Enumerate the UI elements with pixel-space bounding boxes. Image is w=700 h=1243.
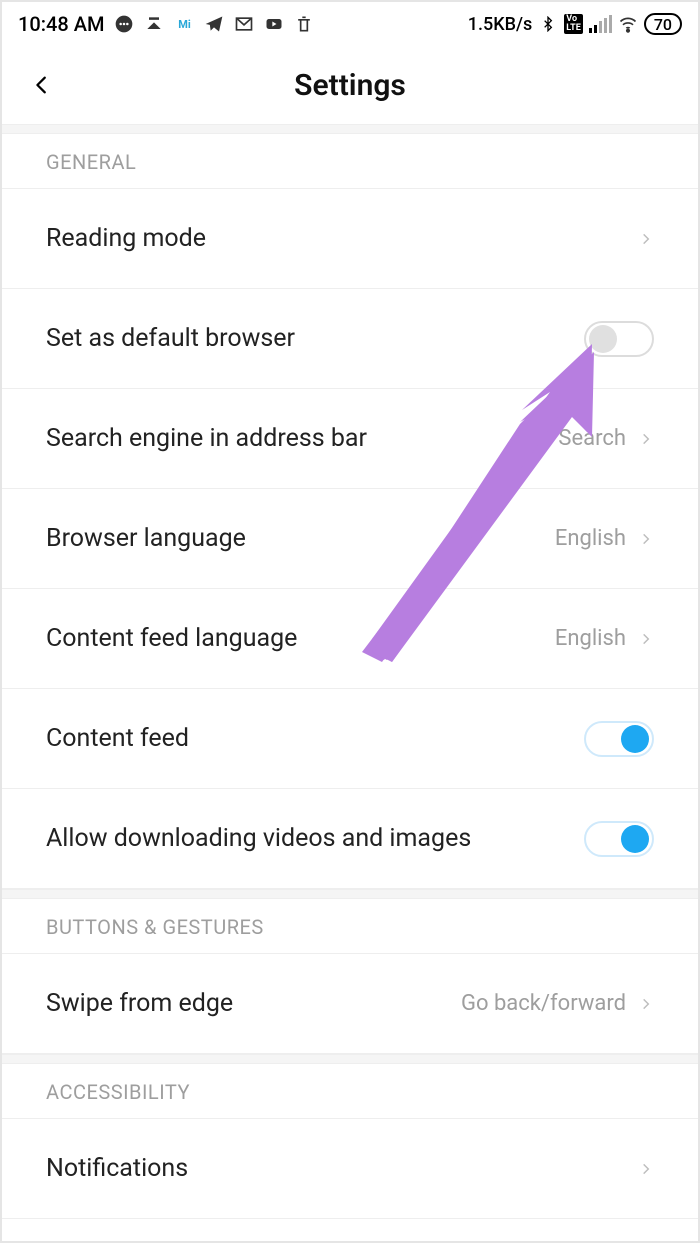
row-label: Notifications (46, 1154, 188, 1183)
status-bar: 10:48 AM Mi 1.5KB/s VoLTE 70 (2, 2, 698, 46)
row-label: Content feed (46, 724, 189, 753)
wifi-icon (618, 14, 638, 34)
trash-icon (294, 14, 314, 34)
cast-icon (144, 14, 164, 34)
chat-icon (114, 14, 134, 34)
gmail-icon (234, 14, 254, 34)
row-default-browser[interactable]: Set as default browser (2, 289, 698, 389)
row-label: Browser language (46, 524, 246, 553)
chevron-right-icon (638, 990, 654, 1018)
mi-credit-icon: Mi (174, 14, 194, 34)
data-rate: 1.5KB/s (468, 14, 533, 35)
row-label: Content feed language (46, 624, 297, 653)
youtube-icon (264, 14, 284, 34)
row-reading-mode[interactable]: Reading mode (2, 189, 698, 289)
row-value: Go back/forward (461, 991, 626, 1016)
row-label: Set as default browser (46, 324, 295, 353)
bluetooth-icon (538, 14, 558, 34)
volte-icon: VoLTE (564, 14, 583, 34)
row-content-feed-language[interactable]: Content feed language English (2, 589, 698, 689)
section-header-accessibility: ACCESSIBILITY (2, 1064, 698, 1119)
row-search-engine[interactable]: Search engine in address bar Search (2, 389, 698, 489)
page-title: Settings (2, 68, 698, 103)
chevron-right-icon (638, 525, 654, 553)
telegram-icon (204, 14, 224, 34)
chevron-right-icon (638, 1155, 654, 1183)
row-content-feed[interactable]: Content feed (2, 689, 698, 789)
row-label: Allow downloading videos and images (46, 824, 471, 853)
app-header: Settings (2, 46, 698, 124)
row-value: Search (558, 426, 626, 451)
chevron-right-icon (638, 625, 654, 653)
battery-indicator: 70 (644, 13, 682, 35)
row-browser-language[interactable]: Browser language English (2, 489, 698, 589)
row-value: English (555, 626, 626, 651)
row-label: Search engine in address bar (46, 424, 367, 453)
status-time: 10:48 AM (18, 12, 104, 36)
signal-icon (589, 15, 612, 33)
chevron-right-icon (638, 225, 654, 253)
row-notifications[interactable]: Notifications (2, 1119, 698, 1219)
toggle-allow-download[interactable] (584, 821, 654, 857)
row-value: English (555, 526, 626, 551)
toggle-content-feed[interactable] (584, 721, 654, 757)
section-header-gestures: BUTTONS & GESTURES (2, 899, 698, 954)
row-label: Reading mode (46, 224, 206, 253)
row-swipe-edge[interactable]: Swipe from edge Go back/forward (2, 954, 698, 1054)
chevron-right-icon (638, 425, 654, 453)
row-label: Swipe from edge (46, 989, 233, 1018)
row-allow-downloading[interactable]: Allow downloading videos and images (2, 789, 698, 889)
section-header-general: GENERAL (2, 134, 698, 189)
toggle-default-browser[interactable] (584, 321, 654, 357)
